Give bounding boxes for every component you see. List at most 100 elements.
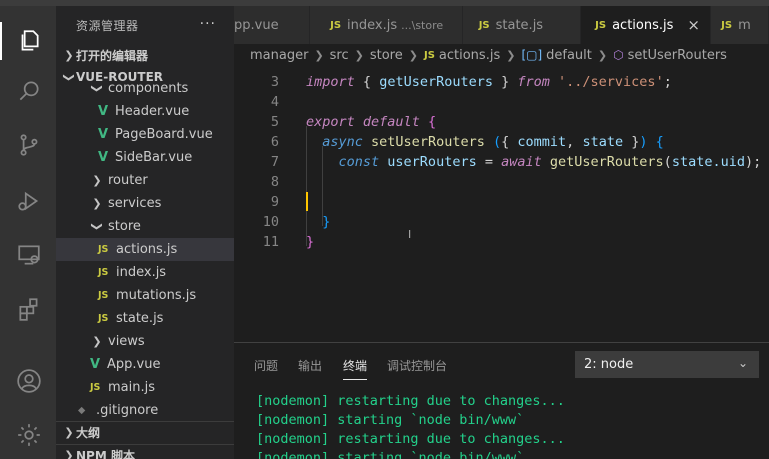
tree-item[interactable]: JS state.js [56, 307, 234, 330]
remote-explorer-icon[interactable] [12, 238, 46, 272]
vue-file-icon: V [98, 127, 109, 142]
tab-actions-js[interactable]: JS actions.js × [581, 6, 712, 44]
tree-item-label: Header.vue [115, 104, 190, 119]
code-line: 10 } [234, 212, 769, 232]
js-file-icon: JS [98, 267, 109, 278]
tree-item-label: SideBar.vue [115, 150, 193, 165]
breadcrumb-item[interactable]: src [330, 48, 349, 63]
tree-item[interactable]: V App.vue [56, 353, 234, 376]
tab-index-js[interactable]: JS index.js ...\store [310, 6, 463, 44]
explorer-icon[interactable] [12, 24, 46, 58]
chevron-down-icon: ❯ [90, 221, 104, 232]
open-editors-section[interactable]: ❯ 打开的编辑器 [56, 44, 234, 66]
code-text: } [322, 214, 331, 230]
code-line: 9 [234, 192, 769, 212]
run-debug-icon[interactable] [12, 184, 46, 218]
code-line: 3 import { getUserRouters } from '../ser… [234, 72, 769, 92]
mouse-ibeam-icon: I [408, 228, 412, 241]
tree-item-label: views [108, 334, 145, 349]
line-number: 9 [270, 194, 279, 210]
breadcrumb-item[interactable]: actions.js [439, 48, 500, 63]
tree-item[interactable]: ◆ .gitignore [56, 399, 234, 422]
tab-debug-console[interactable]: 调试控制台 [387, 357, 447, 374]
vue-file-icon: V [90, 357, 101, 372]
source-control-icon[interactable] [12, 128, 46, 162]
code-text: export default { [306, 114, 437, 130]
tab-problems[interactable]: 问题 [254, 357, 278, 374]
editor-tabs: pp.vue JS index.js ...\store JS state.js… [234, 6, 769, 44]
tree-item[interactable]: ❯ views [56, 330, 234, 353]
tree-item[interactable]: ❯ services [56, 192, 234, 215]
breadcrumb-item[interactable]: setUserRouters [628, 48, 727, 63]
code-text: } [306, 234, 315, 250]
tree-item[interactable]: JS main.js [56, 376, 234, 399]
tab-label: m [738, 17, 751, 33]
extensions-icon[interactable] [12, 292, 46, 326]
tab-label: actions.js [612, 17, 674, 33]
tree-item-label: main.js [108, 380, 155, 395]
chevron-right-icon: ❯ [64, 48, 74, 62]
close-icon[interactable]: × [687, 16, 700, 34]
tree-item[interactable]: ❯ store [56, 215, 234, 238]
tree-item-label: store [108, 219, 141, 234]
tree-item-label: router [108, 173, 148, 188]
line-number: 7 [270, 154, 279, 170]
tree-item[interactable]: JS actions.js [56, 238, 234, 261]
tree-item[interactable]: V SideBar.vue [56, 146, 234, 169]
breadcrumb-item[interactable]: store [370, 48, 403, 63]
chevron-right-icon: ❯ [92, 197, 102, 210]
js-file-icon: JS [721, 19, 733, 31]
vue-file-icon: V [98, 104, 109, 119]
more-actions-icon[interactable]: ··· [200, 16, 216, 32]
tab-state-js[interactable]: JS state.js [462, 6, 582, 44]
breadcrumb: manager ❯ src ❯ store ❯ JS actions.js ❯ … [234, 44, 769, 66]
terminal-line: [nodemon] restarting due to changes... [256, 431, 565, 447]
tab-mutations-js[interactable]: JS m [711, 6, 769, 44]
line-number: 11 [262, 234, 279, 250]
terminal-select[interactable]: 2: node ⌄ [575, 351, 759, 378]
tab-label: state.js [495, 17, 544, 33]
settings-gear-icon[interactable] [12, 418, 46, 452]
explorer-title-text: 资源管理器 [76, 18, 139, 33]
line-number: 8 [270, 174, 279, 190]
account-icon[interactable] [12, 364, 46, 398]
npm-scripts-section[interactable]: ❯ NPM 脚本 [56, 444, 234, 459]
outline-label: 大纲 [76, 426, 101, 440]
tree-item-label: services [108, 196, 162, 211]
vue-file-icon: V [98, 150, 109, 165]
chevron-down-icon: ❯ [62, 72, 76, 82]
open-editors-label: 打开的编辑器 [76, 48, 149, 63]
tree-item[interactable]: JS index.js [56, 261, 234, 284]
tree-item-label: App.vue [107, 357, 161, 372]
chevron-right-icon: ❯ [92, 174, 102, 187]
line-number: 5 [270, 114, 279, 130]
code-line: 7 const userRouters = await getUserRoute… [234, 152, 769, 172]
terminal-select-value: 2: node [584, 357, 634, 372]
tab-output[interactable]: 输出 [298, 357, 322, 374]
code-text: import { getUserRouters } from '../servi… [306, 74, 672, 90]
tab-app-vue[interactable]: pp.vue [234, 6, 311, 44]
code-editor[interactable]: 3 import { getUserRouters } from '../ser… [234, 66, 769, 342]
code-line: 5 export default { [234, 112, 769, 132]
bottom-panel: 问题 输出 终端 调试控制台 2: node ⌄ [nodemon] resta… [234, 342, 769, 459]
line-number: 4 [270, 94, 279, 110]
breadcrumb-item[interactable]: default [546, 48, 592, 63]
line-number: 3 [270, 74, 279, 90]
tree-item[interactable]: JS mutations.js [56, 284, 234, 307]
chevron-right-icon: ❯ [64, 449, 74, 459]
terminal-line: [nodemon] starting `node bin/www` [256, 412, 525, 428]
breadcrumb-item[interactable]: manager [250, 48, 308, 63]
tree-item[interactable]: V PageBoard.vue [56, 123, 234, 146]
tab-label: index.js [347, 17, 398, 33]
tree-item[interactable]: V Header.vue [56, 100, 234, 123]
tree-item[interactable]: ❯ router [56, 169, 234, 192]
chevron-right-icon: ❯ [64, 426, 74, 439]
activity-bar [0, 6, 56, 459]
tree-item-label: .gitignore [96, 403, 159, 418]
search-icon[interactable] [12, 74, 46, 108]
file-icon: ◆ [78, 405, 86, 416]
terminal-line: [nodemon] restarting due to changes... [256, 393, 565, 409]
tab-terminal[interactable]: 终端 [343, 357, 367, 374]
outline-section[interactable]: ❯ 大纲 [56, 421, 234, 443]
explorer-sidebar: 资源管理器 ··· ❯ 打开的编辑器 ❯ VUE-ROUTER ❯ compone… [56, 6, 234, 459]
